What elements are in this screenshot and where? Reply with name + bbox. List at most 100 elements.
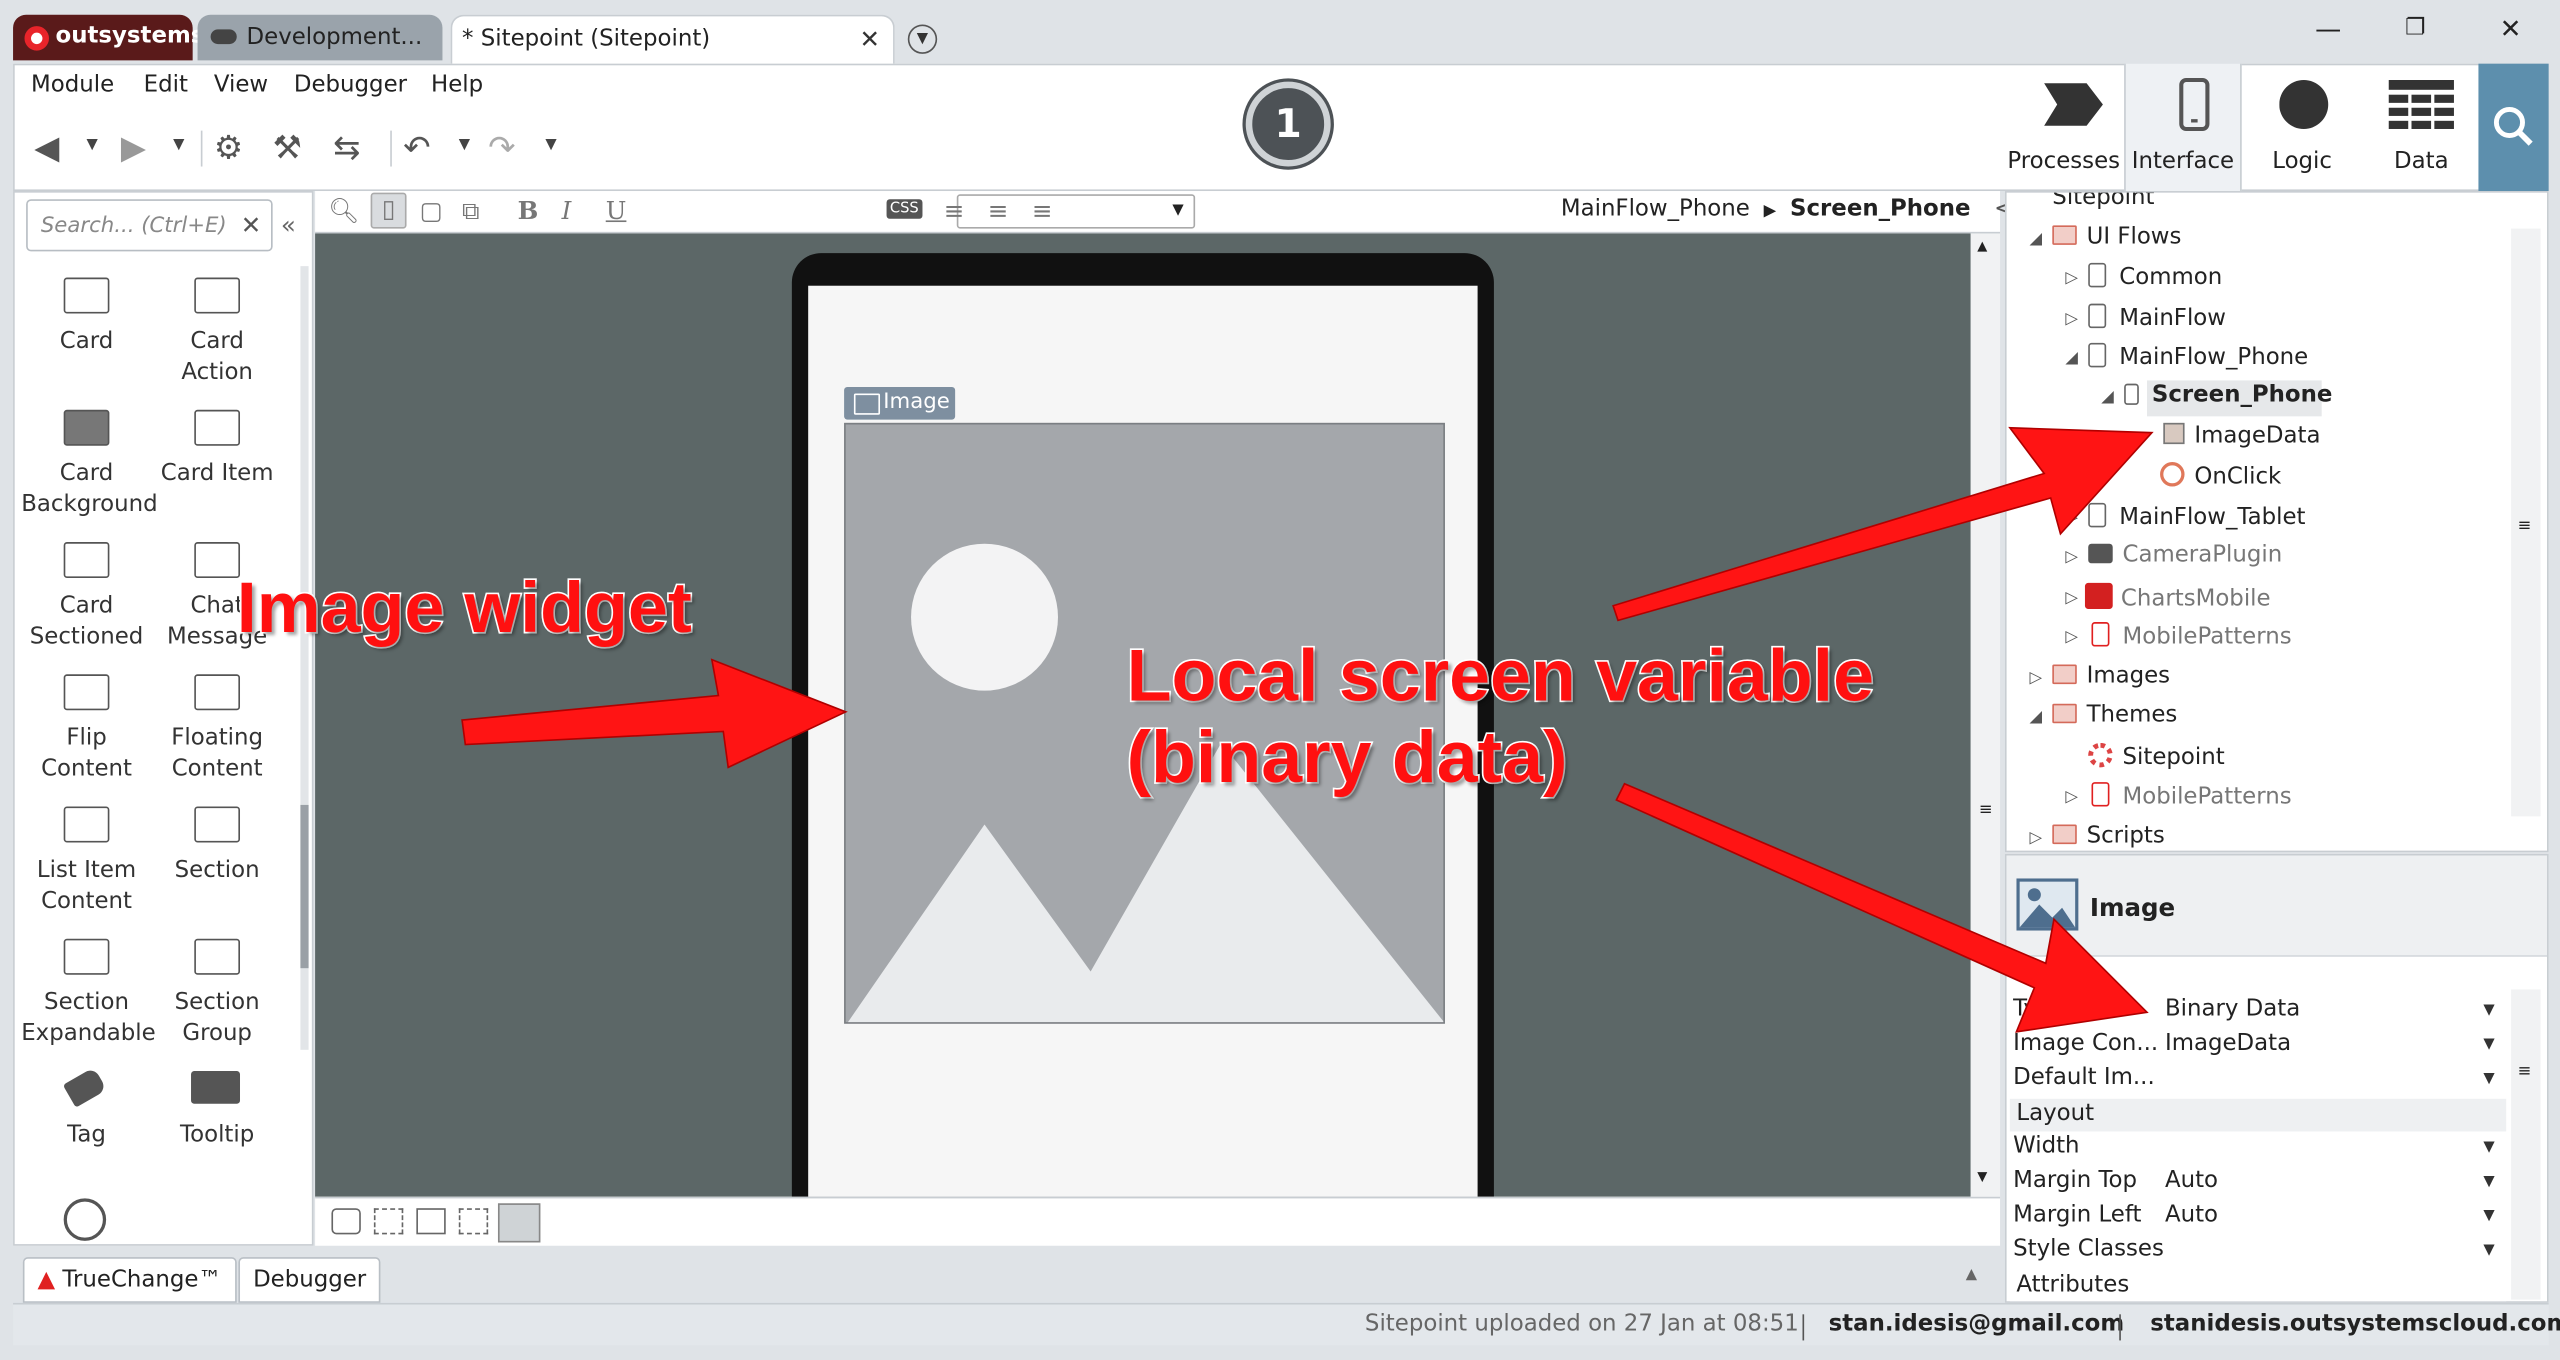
property-value[interactable]: Auto xyxy=(2165,1167,2218,1193)
tree-mainflow-tablet[interactable]: MainFlow_Tablet xyxy=(2088,502,2306,531)
widget-card-background[interactable]: Card Background xyxy=(21,400,158,521)
property-dropdown-icon[interactable]: ▼ xyxy=(2483,1174,2494,1190)
collapse-arrow-icon[interactable]: ▷ xyxy=(2065,509,2078,527)
properties-scrollbar[interactable]: ≡ xyxy=(2511,989,2541,1300)
tree-images[interactable]: Images xyxy=(2052,663,2170,689)
expand-arrow-icon[interactable]: ◢ xyxy=(2065,349,2078,367)
widget-section-expandable[interactable]: Section Expandable xyxy=(21,929,156,1050)
truechange-tab[interactable]: ▲ TrueChange™ xyxy=(22,1257,237,1303)
image-widget-chip[interactable]: Image xyxy=(844,386,956,420)
property-dropdown-icon[interactable]: ▼ xyxy=(2483,1140,2494,1156)
menu-help[interactable]: Help xyxy=(431,72,483,98)
breadcrumb-screen[interactable]: Screen_Phone xyxy=(1790,196,1971,222)
tab-interface[interactable]: Interface xyxy=(2124,63,2242,192)
tree-mobilepatterns[interactable]: MobilePatterns xyxy=(2091,622,2292,650)
css-icon[interactable]: CSS xyxy=(886,199,923,219)
collapse-arrow-icon[interactable]: ▷ xyxy=(2065,310,2078,328)
attributes-section-header[interactable]: Attributes xyxy=(2009,1270,2507,1302)
property-value[interactable]: ImageData xyxy=(2165,1030,2291,1056)
canvas-scrollbar[interactable]: ▲ ≡ ▼ xyxy=(1970,233,2001,1197)
tab-logic[interactable]: Logic xyxy=(2243,64,2361,191)
close-window-icon[interactable]: ✕ xyxy=(2500,13,2522,44)
layout-section-header[interactable]: Layout xyxy=(2009,1098,2507,1132)
align-justify-icon[interactable]: ≡ xyxy=(1032,196,1053,225)
settings-gear-icon[interactable]: ⚙ xyxy=(214,127,243,166)
widget-card-action[interactable]: Card Action xyxy=(152,268,283,389)
tree-theme-mobilepatterns[interactable]: MobilePatterns xyxy=(2091,782,2292,810)
widget-search-input[interactable]: Search... (Ctrl+E) ✕ xyxy=(26,199,273,252)
widget-floating-content[interactable]: Floating Content xyxy=(152,665,283,786)
phone-view-icon[interactable]: ▯ xyxy=(370,192,407,229)
module-tab[interactable]: * Sitepoint (Sitepoint) ✕ xyxy=(450,14,895,64)
property-dropdown-icon[interactable]: ▼ xyxy=(2483,1242,2494,1258)
collapse-arrow-icon[interactable]: ▷ xyxy=(2029,669,2042,687)
tree-theme-sitepoint[interactable]: Sitepoint xyxy=(2088,742,2225,771)
align-left-icon[interactable]: ≡ xyxy=(944,196,965,225)
menu-edit[interactable]: Edit xyxy=(144,72,188,98)
tree-scripts[interactable]: Scripts xyxy=(2052,823,2165,849)
tree-ui-flows[interactable]: UI Flows xyxy=(2052,224,2181,250)
environment-tab[interactable]: Development... xyxy=(197,14,443,61)
scroll-down-icon[interactable]: ▼ xyxy=(1977,1169,1987,1184)
zoom-preview-icon[interactable]: 🔍︎ xyxy=(328,196,359,225)
widget-flip-content[interactable]: Flip Content xyxy=(21,665,152,786)
widget-card[interactable]: Card xyxy=(21,268,152,358)
scroll-grip-icon[interactable]: ≡ xyxy=(2518,1063,2532,1081)
collapse-arrow-icon[interactable]: ▷ xyxy=(2065,629,2078,647)
select-container-icon[interactable] xyxy=(373,1208,404,1235)
image-selected-icon[interactable] xyxy=(497,1203,541,1243)
compare-merge-icon[interactable]: ⇆ xyxy=(333,127,360,166)
redo-icon[interactable]: ↷ xyxy=(488,127,515,166)
undo-dropdown-icon[interactable]: ▼ xyxy=(459,137,470,153)
widget-tooltip[interactable]: Tooltip xyxy=(152,1061,283,1151)
forward-icon[interactable]: ▶ xyxy=(121,127,146,166)
collapse-arrow-icon[interactable]: ▷ xyxy=(2065,269,2078,287)
menu-module[interactable]: Module xyxy=(31,72,114,98)
expand-arrow-icon[interactable]: ◢ xyxy=(2029,709,2042,727)
minimize-window-icon[interactable]: — xyxy=(2315,13,2341,44)
widget-tree-icon[interactable] xyxy=(331,1208,361,1235)
widget-card-sectioned[interactable]: Card Sectioned xyxy=(21,532,152,653)
italic-icon[interactable]: I xyxy=(562,196,572,225)
global-search-button[interactable] xyxy=(2478,63,2549,192)
redo-dropdown-icon[interactable]: ▼ xyxy=(545,137,556,153)
expand-panel-icon[interactable]: ▲ xyxy=(1966,1267,1977,1283)
menu-debugger[interactable]: Debugger xyxy=(294,72,407,98)
widget-section-group[interactable]: Section Group xyxy=(152,929,283,1050)
tree-themes[interactable]: Themes xyxy=(2052,702,2177,728)
close-tab-icon[interactable]: ✕ xyxy=(859,24,880,53)
tree-root-sitepoint[interactable]: Sitepoint xyxy=(2052,193,2154,211)
tablet-view-icon[interactable]: ▢ xyxy=(420,196,443,225)
rotate-view-icon[interactable]: ⧉ xyxy=(462,196,480,225)
avatar-widget-icon[interactable] xyxy=(63,1198,107,1241)
widget-list-item-content[interactable]: List Item Content xyxy=(21,797,152,918)
align-center-icon[interactable]: ≡ xyxy=(988,196,1009,225)
widget-section[interactable]: Section xyxy=(152,797,283,887)
tree-cameraplugin[interactable]: CameraPlugin xyxy=(2088,542,2282,568)
expand-arrow-icon[interactable]: ◢ xyxy=(2029,230,2042,248)
property-value[interactable]: Auto xyxy=(2165,1202,2218,1228)
back-dropdown-icon[interactable]: ▼ xyxy=(87,137,98,153)
select-region-icon[interactable] xyxy=(458,1208,489,1235)
outsystems-logo-tab[interactable]: outsystems xyxy=(13,14,204,61)
tree-chartsmobile[interactable]: ChartsMobile xyxy=(2084,582,2271,612)
collapse-arrow-icon[interactable]: ▷ xyxy=(2065,549,2078,567)
scroll-up-icon[interactable]: ▲ xyxy=(1977,238,1987,253)
tab-processes[interactable]: Processes xyxy=(2005,64,2123,191)
widget-panel-scrollbar[interactable] xyxy=(300,266,309,1050)
bold-icon[interactable]: B xyxy=(518,196,539,225)
tree-scrollbar[interactable]: ≡ xyxy=(2511,228,2541,817)
property-value[interactable]: Binary Data xyxy=(2165,996,2300,1022)
expand-arrow-icon[interactable]: ◢ xyxy=(2101,389,2114,407)
scroll-grip-icon[interactable]: ≡ xyxy=(2518,518,2532,536)
collapse-arrow-icon[interactable]: ▷ xyxy=(2065,789,2078,807)
select-block-icon[interactable] xyxy=(416,1208,446,1235)
tree-screen-phone[interactable]: Screen_Phone xyxy=(2124,382,2332,408)
publish-icon[interactable]: ⚒ xyxy=(273,127,302,166)
tree-mainflow-phone[interactable]: MainFlow_Phone xyxy=(2088,342,2308,371)
tree-onclick[interactable]: OnClick xyxy=(2160,462,2281,490)
tree-imagedata[interactable]: ImageData xyxy=(2163,422,2321,449)
widget-card-item[interactable]: Card Item xyxy=(152,400,283,490)
property-dropdown-icon[interactable]: ▼ xyxy=(2483,1002,2494,1018)
tab-dropdown-icon[interactable]: ▼ xyxy=(907,24,938,54)
